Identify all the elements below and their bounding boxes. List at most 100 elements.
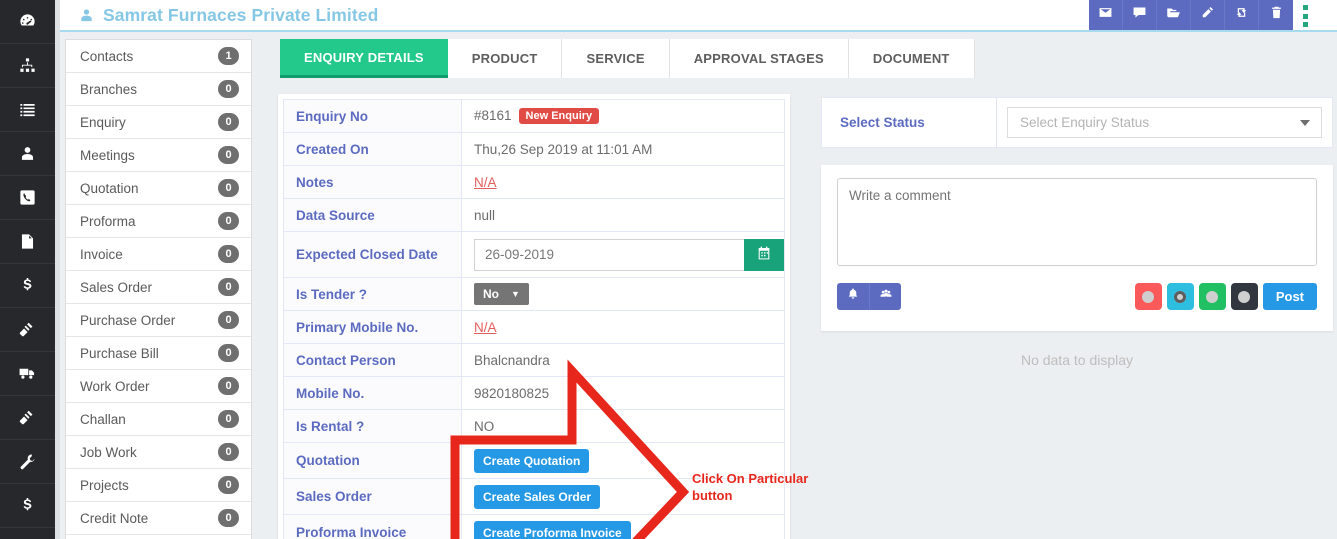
visibility-green[interactable] [1198, 283, 1226, 310]
rail-item-list[interactable] [0, 88, 55, 132]
enquiry-status-select[interactable]: Select Enquiry Status [1007, 107, 1322, 138]
rail-item-contacts[interactable] [0, 132, 55, 176]
sidebar-item-label: Work Order [80, 378, 150, 394]
table-row: Proforma Invoice Create Proforma Invoice [283, 514, 785, 539]
sidebar-item-invoice[interactable]: Invoice 0 [66, 238, 251, 271]
calendar-button[interactable] [744, 238, 784, 271]
row-label-expected-closed-date: Expected Closed Date [283, 231, 462, 278]
sidebar-item-projects[interactable]: Projects 0 [66, 469, 251, 502]
sidebar-item-proforma[interactable]: Proforma 0 [66, 205, 251, 238]
rail-item-sitemap[interactable] [0, 44, 55, 88]
sidebar-item-label: Proforma [80, 213, 136, 229]
create-quotation-button[interactable]: Create Quotation [474, 448, 590, 473]
dollar-alt-icon [18, 496, 37, 515]
related-records-list[interactable]: Contacts 1 Branches 0 Enquiry 0 Meetings 0 Quota… [65, 39, 252, 539]
sidebar-item-work-order[interactable]: Work Order 0 [66, 370, 251, 403]
annotation-line-1: Click On Particular [692, 471, 809, 486]
pdf-file-icon [18, 232, 37, 251]
transfer-button[interactable] [1225, 0, 1259, 30]
sidebar-item-meetings[interactable]: Meetings 0 [66, 139, 251, 172]
calendar-icon [756, 245, 772, 264]
sidebar-item-challan[interactable]: Challan 0 [66, 403, 251, 436]
icon-rail [0, 0, 55, 539]
primary-mobile-na-link[interactable]: N/A [474, 320, 497, 335]
row-value-enquiry-no: #8161 New Enquiry [461, 99, 785, 133]
edit-button[interactable] [1191, 0, 1225, 30]
row-label-is-rental: Is Rental ? [283, 409, 462, 443]
rail-item-pdf[interactable] [0, 220, 55, 264]
is-tender-select[interactable]: No ▼ [474, 283, 529, 305]
date-picker-group [474, 238, 784, 271]
radio-dot-icon [1142, 290, 1155, 303]
comment-left-actions [837, 283, 901, 310]
phone-icon [18, 188, 37, 207]
rail-item-calls[interactable] [0, 176, 55, 220]
select-status-field-wrap: Select Enquiry Status [997, 98, 1332, 147]
rail-item-auction[interactable] [0, 396, 55, 440]
vertical-dots-icon [1302, 5, 1308, 10]
visibility-red[interactable] [1134, 283, 1162, 310]
mail-button[interactable] [1089, 0, 1123, 30]
header-overflow-menu-button[interactable] [1295, 5, 1315, 27]
sidebar-item-contacts[interactable]: Contacts 1 [66, 40, 251, 73]
row-label-notes: Notes [283, 165, 462, 199]
rail-item-tenders[interactable] [0, 308, 55, 352]
sidebar-item-label: Projects [80, 477, 129, 493]
sidebar-item-count-badge: 0 [218, 344, 239, 362]
delete-button[interactable] [1259, 0, 1293, 30]
tab-enquiry-details[interactable]: ENQUIRY DETAILS [280, 39, 448, 78]
sidebar-item-enquiry[interactable]: Enquiry 0 [66, 106, 251, 139]
rail-item-dashboard[interactable] [0, 0, 55, 44]
visibility-cyan[interactable] [1166, 283, 1194, 310]
expected-closed-date-input[interactable] [474, 238, 744, 271]
sidebar-item-label: Meetings [80, 147, 135, 163]
rail-item-payments[interactable] [0, 264, 55, 308]
table-row: Enquiry No #8161 New Enquiry [283, 99, 785, 133]
title-bar: Samrat Furnaces Private Limited [60, 0, 1337, 32]
sidebar-item-count-badge: 0 [218, 179, 239, 197]
create-proforma-invoice-button[interactable]: Create Proforma Invoice [474, 520, 631, 539]
rail-item-accounts[interactable] [0, 484, 55, 528]
comment-button[interactable] [1123, 0, 1157, 30]
sidebar-item-count-badge: 0 [218, 80, 239, 98]
row-value-is-tender: No ▼ [461, 277, 785, 311]
create-sales-order-button[interactable]: Create Sales Order [474, 484, 601, 509]
table-row: Is Rental ? NO [283, 409, 785, 443]
header-action-group [1089, 0, 1293, 30]
rail-item-dispatch[interactable] [0, 352, 55, 396]
comment-input[interactable] [837, 178, 1317, 266]
enquiry-no-text: #8161 [474, 108, 512, 123]
tab-service[interactable]: SERVICE [562, 39, 670, 78]
mention-users-button[interactable] [869, 283, 901, 310]
visibility-dark[interactable] [1230, 283, 1258, 310]
notify-button[interactable] [837, 283, 869, 310]
notes-na-link[interactable]: N/A [474, 175, 497, 190]
post-comment-button[interactable]: Post [1262, 283, 1317, 310]
sidebar-item-purchase-bill[interactable]: Purchase Bill 0 [66, 337, 251, 370]
row-label-contact-person: Contact Person [283, 343, 462, 377]
sidebar-item-count-badge: 0 [218, 278, 239, 296]
gavel-icon [18, 320, 37, 339]
row-value-proforma-invoice: Create Proforma Invoice [461, 514, 785, 539]
folder-button[interactable] [1157, 0, 1191, 30]
sidebar-item-job-work[interactable]: Job Work 0 [66, 436, 251, 469]
row-label-sales-order: Sales Order [283, 478, 462, 515]
page-title: Samrat Furnaces Private Limited [103, 4, 379, 25]
chevron-down-icon: ▼ [511, 289, 520, 299]
sidebar-item-quotation[interactable]: Quotation 0 [66, 172, 251, 205]
rail-item-service[interactable] [0, 440, 55, 484]
tab-bar: ENQUIRY DETAILS PRODUCT SERVICE APPROVAL ST… [280, 39, 975, 78]
tab-approval-stages[interactable]: APPROVAL STAGES [669, 39, 849, 78]
table-row: Expected Closed Date [283, 231, 785, 278]
annotation-line-2: button [692, 488, 733, 503]
sidebar-item-label: Job Work [80, 444, 137, 460]
tab-document[interactable]: DOCUMENT [848, 39, 975, 78]
tab-product[interactable]: PRODUCT [447, 39, 563, 78]
sidebar-item-sales-order[interactable]: Sales Order 0 [66, 271, 251, 304]
sidebar-item-purchase-order[interactable]: Purchase Order 0 [66, 304, 251, 337]
gavel-alt-icon [18, 408, 37, 427]
row-label-data-source: Data Source [283, 198, 462, 232]
row-value-primary-mobile: N/A [461, 310, 785, 344]
sidebar-item-credit-note[interactable]: Credit Note 0 [66, 502, 251, 535]
sidebar-item-branches[interactable]: Branches 0 [66, 73, 251, 106]
